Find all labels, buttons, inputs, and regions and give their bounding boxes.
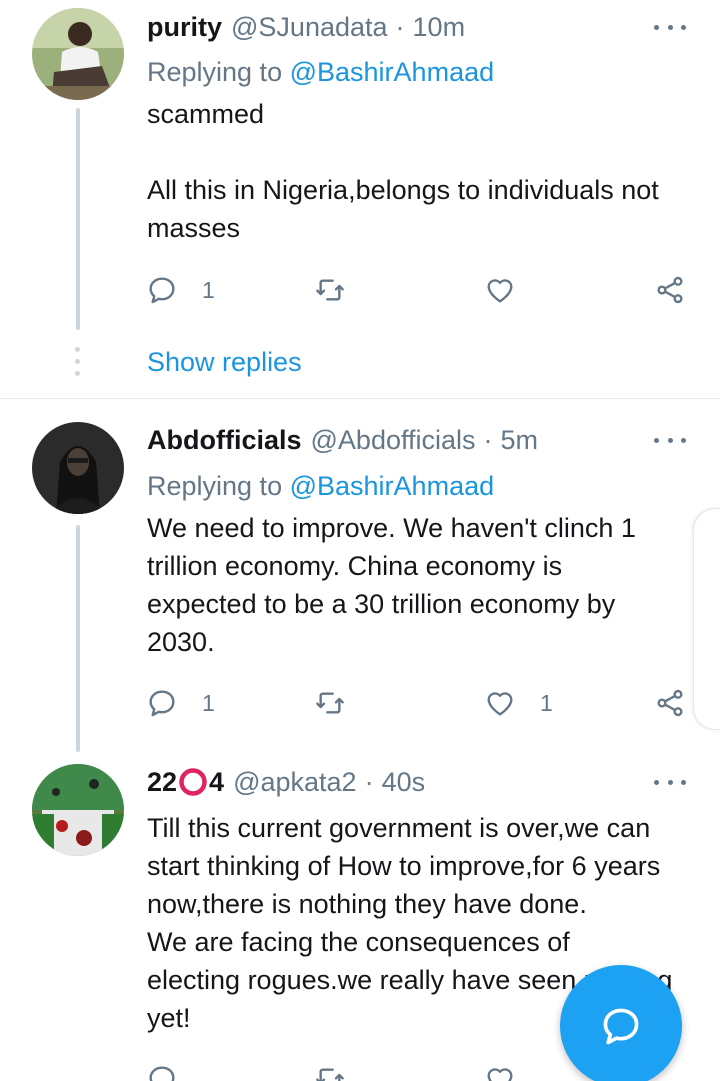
display-name-prefix: 22 [147,766,178,797]
separator: · [395,11,405,42]
tweet-text-line: We need to improve. We haven't clinch 1 [147,513,636,543]
tweet-text-line: now,there is nothing they have done. [147,889,587,919]
more-dots-icon[interactable] [654,772,686,792]
user-handle[interactable]: @apkata2 [233,767,357,798]
tweet-text-line: masses [147,213,241,243]
display-name-suffix: 4 [209,766,225,797]
share-icon [657,276,683,304]
tweet-text-line: We are facing the consequences of [147,927,570,957]
tweet-text-line: start thinking of How to improve,for 6 y… [147,851,661,881]
tweet-text-line: All this in Nigeria,belongs to individua… [147,175,659,205]
tweet-header: 22 4 @apkata2 · 40s [147,762,425,802]
display-name[interactable]: purity [147,12,222,43]
more-dots-icon[interactable] [654,17,686,37]
reply-icon [149,277,175,304]
red-circle-emoji-icon [179,768,207,796]
user-handle[interactable]: @SJunadata [231,12,388,43]
tweet-text-line: trillion economy. China economy is [147,551,563,581]
retweet-button[interactable] [314,1059,346,1081]
share-button[interactable] [654,683,686,723]
retweet-button[interactable] [314,270,346,310]
tweet-text-gap [147,133,697,171]
compose-reply-icon [603,1008,639,1045]
share-button[interactable] [654,270,686,310]
like-button[interactable] [484,1059,516,1081]
like-count: 1 [540,689,553,716]
avatar[interactable] [32,8,124,100]
show-replies-link[interactable]: Show replies [147,347,302,378]
retweet-icon [316,1068,344,1081]
retweet-icon [316,279,344,301]
tweet-text-line: 2030. [147,627,215,657]
divider [0,398,720,399]
tweet-text: We need to improve. We haven't clinch 1 … [147,509,697,661]
tweet-text: scammed All this in Nigeria,belongs to i… [147,95,697,247]
reply-button[interactable] [146,1059,178,1081]
avatar[interactable] [32,764,124,856]
thread-dots [75,347,81,383]
replying-to: Replying to @BashirAhmaad [147,471,494,502]
tweet-header: Abdofficials @Abdofficials · 5m [147,420,538,460]
timestamp[interactable]: 5m [501,425,539,456]
replying-prefix: Replying to [147,57,283,87]
reply-button[interactable]: 1 [146,270,215,310]
tweet-abdofficials[interactable]: Abdofficials @Abdofficials · 5m Replying… [0,422,720,752]
timestamp[interactable]: 40s [382,767,426,798]
separator: · [364,766,374,797]
reply-icon [149,1066,175,1081]
display-name[interactable]: Abdofficials [147,425,302,456]
tweet-actions: 1 1 [146,683,691,723]
separator: · [483,424,493,455]
thread-line [76,525,80,752]
avatar[interactable] [32,422,124,514]
heart-icon [487,692,513,716]
replying-prefix: Replying to [147,471,283,501]
display-name[interactable]: 22 4 [147,767,224,798]
heart-icon [487,279,513,303]
tweet-purity[interactable]: purity @SJunadata · 10m Replying to @Bas… [0,0,720,398]
like-button[interactable] [484,270,516,310]
compose-reply-button[interactable] [560,965,682,1081]
reply-count: 1 [202,689,215,716]
replying-to: Replying to @BashirAhmaad [147,57,494,88]
tweet-text-line: expected to be a 30 trillion economy by [147,589,616,619]
retweet-button[interactable] [314,683,346,723]
tweet-text-line: Till this current government is over,we … [147,813,651,843]
replying-mention[interactable]: @BashirAhmaad [290,471,495,501]
tweet-actions: 1 [146,270,691,310]
heart-icon [487,1068,513,1081]
timestamp[interactable]: 10m [413,12,466,43]
more-dots-icon[interactable] [654,430,686,450]
share-icon [657,689,683,717]
tweet-text-line: scammed [147,99,265,129]
retweet-icon [316,692,344,714]
like-button[interactable]: 1 [484,683,553,723]
tweet-header: purity @SJunadata · 10m [147,7,465,47]
thread-line [76,108,80,330]
reply-icon [149,690,175,717]
replying-mention[interactable]: @BashirAhmaad [290,57,495,87]
side-panel-edge[interactable] [693,508,720,730]
reply-count: 1 [202,276,215,303]
user-handle[interactable]: @Abdofficials [311,425,476,456]
reply-button[interactable]: 1 [146,683,215,723]
